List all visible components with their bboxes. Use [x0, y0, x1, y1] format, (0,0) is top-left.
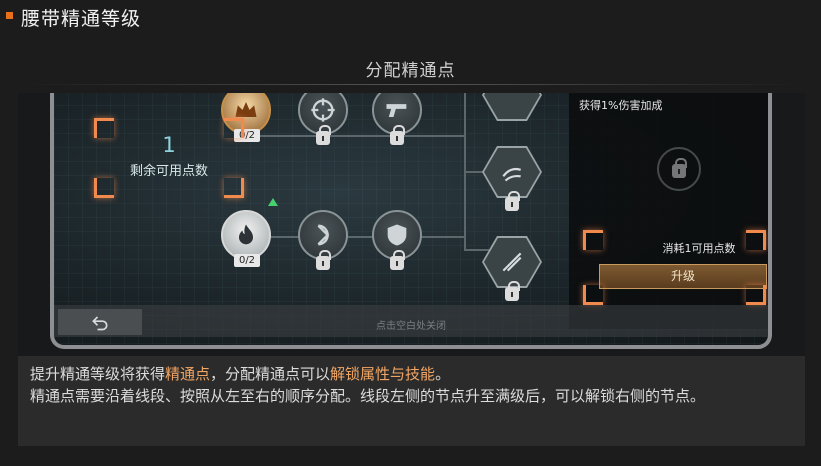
info-text: ，分配精通点可以: [210, 365, 331, 383]
highlight-bracket: [94, 178, 114, 198]
highlight-bracket: [746, 285, 766, 305]
close-hint[interactable]: 点击空白处关闭: [54, 317, 768, 332]
divider: [18, 84, 805, 85]
info-paragraph-2: 精通点需要沿着线段、按照从左至右的顺序分配。线段左侧的节点升至满级后，可以解锁右…: [30, 387, 706, 405]
archer-icon: [317, 224, 330, 246]
crosshair-icon: [311, 98, 335, 122]
lock-icon: [505, 281, 520, 301]
info-highlight: 精通点: [165, 365, 211, 383]
header-bullet: [6, 12, 13, 19]
arrow-up-icon: [268, 198, 278, 206]
points-label: 剩余可用点数: [129, 164, 208, 179]
points-value: 1: [162, 133, 176, 157]
game-screenshot: 0/2 0/2 获得1%伤害加成 1 剩余可用点数 消耗1可用点数 升级 点击空…: [18, 93, 805, 356]
lock-icon: [316, 250, 331, 270]
lock-icon: [505, 191, 520, 211]
flame-icon: [239, 224, 253, 245]
info-text-box: 提升精通等级将获得精通点，分配精通点可以解锁属性与技能。 精通点需要沿着线段、按…: [18, 356, 805, 446]
lock-icon: [316, 125, 331, 145]
node-count: 0/2: [234, 254, 260, 267]
node-description: 获得1%伤害加成: [579, 99, 663, 112]
highlight-bracket: [583, 230, 603, 250]
available-points: 1 剩余可用点数: [94, 118, 244, 198]
highlight-bracket: [224, 178, 244, 198]
highlight-bracket: [746, 230, 766, 250]
section-header: 腰带精通等级: [0, 0, 821, 36]
upgrade-button[interactable]: 升级: [599, 264, 767, 289]
pistol-icon: [386, 104, 407, 117]
lock-icon: [390, 125, 405, 145]
subtitle: 分配精通点: [365, 61, 456, 81]
lock-icon: [390, 250, 405, 270]
phone-frame: 0/2 0/2 获得1%伤害加成 1 剩余可用点数 消耗1可用点数 升级 点击空…: [50, 93, 772, 349]
highlight-bracket: [224, 118, 244, 138]
info-paragraph-1: 提升精通等级将获得精通点，分配精通点可以解锁属性与技能。: [30, 363, 793, 385]
vine-icon: [502, 167, 522, 182]
section-title: 腰带精通等级: [21, 8, 142, 30]
highlight-bracket: [583, 285, 603, 305]
info-text: 。: [435, 365, 451, 383]
mastery-node-flame[interactable]: [221, 210, 271, 260]
blade-icon: [502, 252, 522, 272]
info-text: 提升精通等级将获得: [30, 365, 166, 383]
highlight-bracket: [94, 118, 114, 138]
shield-icon: [387, 224, 407, 246]
lock-icon: [672, 158, 687, 178]
info-highlight: 解锁属性与技能: [330, 365, 436, 383]
